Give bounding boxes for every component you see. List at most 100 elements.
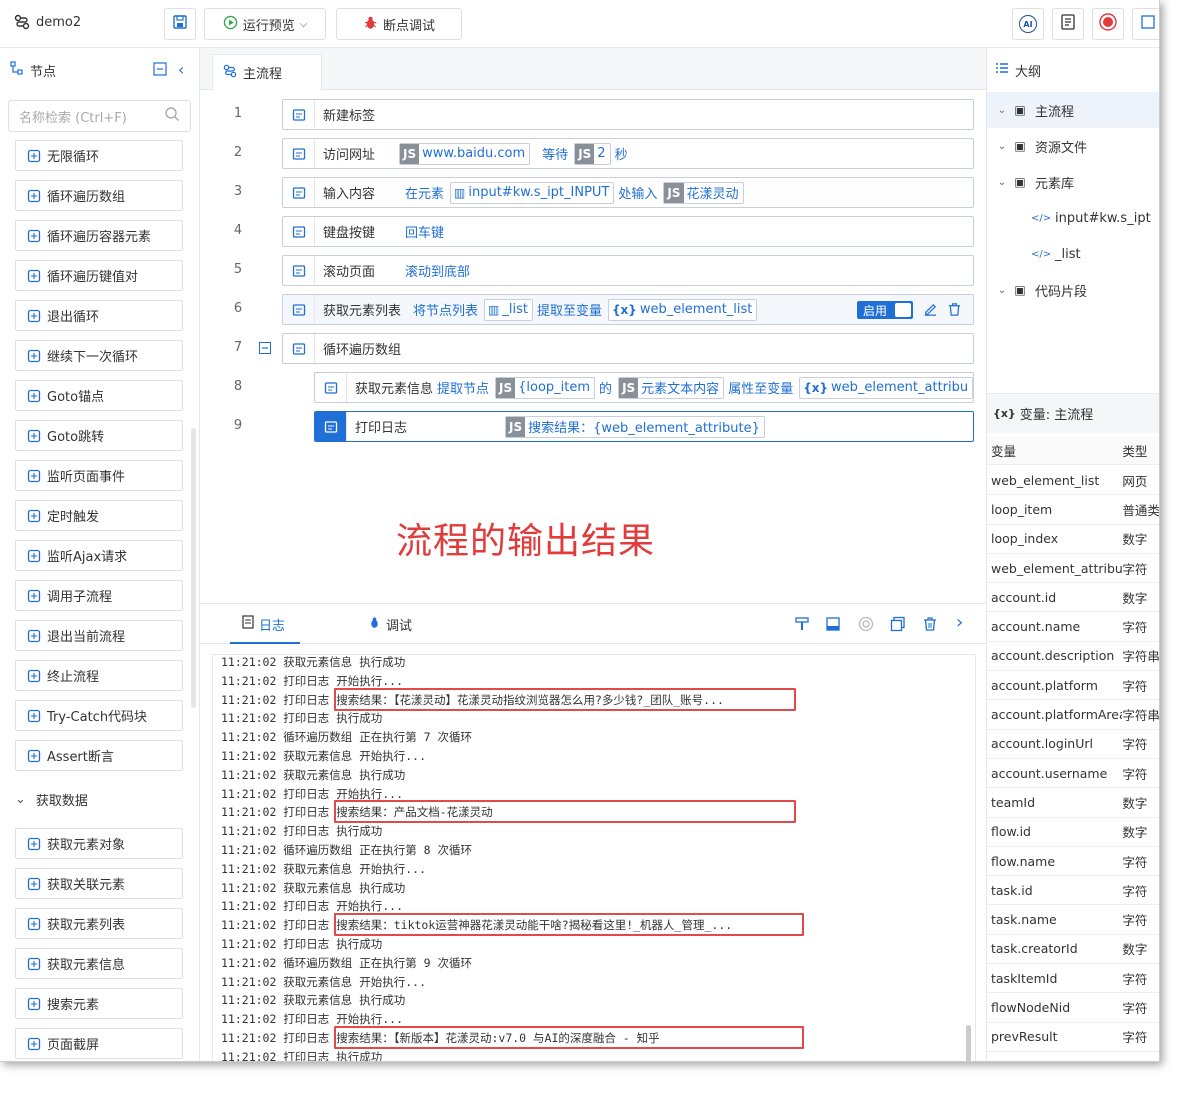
tab-debug[interactable]: 调试 — [368, 604, 412, 644]
edit-icon[interactable] — [923, 302, 938, 321]
variable-row[interactable]: task.name 字符 — [987, 906, 1159, 935]
panel-toggle-button[interactable] — [1132, 8, 1159, 40]
step-row[interactable]: 访问网址 JS www.baidu.com 等待 JS 2 秒 — [282, 138, 974, 169]
node-item[interactable]: 获取元素列表 — [15, 908, 183, 939]
enable-toggle[interactable]: 启用 — [857, 301, 913, 319]
chevron-down-icon: ⌄ — [997, 176, 1007, 188]
trash-icon[interactable] — [922, 616, 938, 636]
variable-row[interactable]: flow.id 数字 — [987, 818, 1159, 847]
tab-log[interactable]: 日志 — [242, 604, 285, 644]
node-item[interactable]: 调用子流程 — [15, 580, 183, 611]
step-row[interactable]: 循环遍历数组 — [282, 333, 974, 364]
layout-icon[interactable] — [825, 616, 841, 636]
node-item-label: 调用子流程 — [47, 590, 113, 605]
variable-row[interactable]: web_element_list 网页 — [987, 466, 1159, 496]
node-item-label: 循环遍历数组 — [47, 190, 126, 205]
variable-row[interactable]: account.platformArea 字符串 — [987, 700, 1159, 730]
variable-row[interactable]: account.id 数字 — [987, 583, 1159, 613]
log-output[interactable]: 11:21:02 获取元素信息 执行成功 11:21:02 打印日志 开始执行..… — [212, 654, 976, 1061]
log-scrollbar[interactable] — [966, 1025, 971, 1061]
location-pin-icon — [26, 388, 41, 403]
variable-row[interactable]: loop_item 普通类 — [987, 495, 1159, 525]
variable-row[interactable]: account.description 字符串 — [987, 642, 1159, 672]
trash-icon[interactable] — [947, 302, 962, 321]
ai-button[interactable]: AI — [1012, 8, 1044, 40]
node-item[interactable]: 获取元素信息 — [15, 948, 183, 979]
node-item[interactable]: 循环遍历容器元素 — [15, 220, 183, 251]
variable-row[interactable]: account.loginUrl 字符 — [987, 730, 1159, 759]
node-item[interactable]: 获取关联元素 — [15, 868, 183, 899]
node-item[interactable]: 循环遍历键值对 — [15, 260, 183, 291]
node-panel-scrollbar[interactable] — [191, 428, 196, 708]
variable-chip[interactable]: {x} web_element_attribu — [799, 376, 973, 399]
step-row[interactable]: 键盘按键 回车键 — [282, 216, 974, 247]
node-item[interactable]: 循环遍历数组 — [15, 180, 183, 211]
step-row[interactable]: 新建标签 — [282, 99, 974, 130]
variable-row[interactable]: task.creatorId 数字 — [987, 935, 1159, 965]
outline-tree-item[interactable]: ⌄ ▣ 资源文件 — [987, 128, 1159, 164]
variable-row[interactable]: taskItemId 字符 — [987, 964, 1159, 994]
step-row[interactable]: 输入内容 在元素 ▥ input#kw.s_ipt_INPUT 处输入 JS 花漾灵动 — [282, 177, 974, 208]
step-row[interactable]: 打印日志 JS 搜索结果：{web_element_attribute} — [314, 411, 974, 442]
step-row[interactable]: 滚动页面 滚动到底部 — [282, 255, 974, 286]
chevron-down-icon: ⌵ — [299, 18, 308, 30]
chevron-right-icon[interactable]: › — [956, 612, 963, 633]
outline-tree-item[interactable]: </> _list — [987, 236, 1159, 272]
js-value-chip[interactable]: JS 搜索结果：{web_element_attribute} — [505, 415, 765, 438]
variable-chip[interactable]: {x} web_element_list — [607, 298, 758, 321]
chevron-left-icon[interactable]: ‹ — [178, 60, 184, 79]
group-title-get-data[interactable]: ⌄ 获取数据 — [15, 790, 88, 809]
outline-tree-item[interactable]: ⌄ ▣ 代码片段 — [987, 272, 1159, 308]
variable-row[interactable]: account.name 字符 — [987, 613, 1159, 642]
js-value-chip[interactable]: JS {loop_item — [495, 376, 596, 399]
variable-type: 字符 — [1122, 561, 1148, 577]
node-search-input[interactable]: 名称检索 (Ctrl+F) — [8, 100, 191, 132]
outline-tree-item[interactable]: ⌄ ▣ 主流程 — [987, 92, 1159, 128]
node-item[interactable]: 监听页面事件 — [15, 460, 183, 491]
collapse-toggle-icon[interactable] — [259, 342, 271, 358]
variable-row[interactable]: flow.name 字符 — [987, 847, 1159, 877]
brush-icon[interactable] — [794, 616, 810, 636]
node-item[interactable]: 继续下一次循环 — [15, 340, 183, 371]
node-item[interactable]: 退出循环 — [15, 300, 183, 331]
tab-main-flow[interactable]: 主流程 — [212, 54, 322, 90]
variable-row[interactable]: teamId 数字 — [987, 788, 1159, 818]
node-item[interactable]: 搜索元素 — [15, 988, 183, 1019]
node-item[interactable]: Try-Catch代码块 — [15, 700, 183, 731]
js-value-chip[interactable]: JS www.baidu.com — [399, 142, 531, 165]
run-preview-button[interactable]: 运行预览 ⌵ — [204, 8, 326, 40]
element-chip[interactable]: ▥ input#kw.s_ipt_INPUT — [450, 181, 615, 204]
save-button[interactable] — [164, 8, 196, 40]
node-item[interactable]: Assert断言 — [15, 740, 183, 771]
variable-row[interactable]: loop_index 数字 — [987, 525, 1159, 554]
node-item[interactable]: 页面截屏 — [15, 1028, 183, 1059]
node-item[interactable]: 监听Ajax请求 — [15, 540, 183, 571]
step-row[interactable]: 获取元素列表 将节点列表 ▥ _list 提取至变量 {x} web_element_lis… — [282, 294, 974, 325]
node-item[interactable]: 无限循环 — [15, 140, 183, 171]
node-item[interactable]: 终止流程 — [15, 660, 183, 691]
outline-tree-item[interactable]: ⌄ ▣ 元素库 — [987, 164, 1159, 200]
js-value-chip[interactable]: JS 元素文本内容 — [618, 376, 725, 399]
variable-row[interactable]: prevResult 字符 — [987, 1023, 1159, 1052]
record-button[interactable] — [1092, 8, 1124, 40]
js-value-chip[interactable]: JS 花漾灵动 — [663, 181, 744, 204]
variable-row[interactable]: account.username 字符 — [987, 759, 1159, 789]
node-item[interactable]: Goto跳转 — [15, 420, 183, 451]
collapse-all-icon[interactable] — [153, 62, 167, 80]
debug-button[interactable]: 断点调试 — [336, 8, 462, 40]
node-item[interactable]: Goto锚点 — [15, 380, 183, 411]
js-value-chip[interactable]: JS 2 — [574, 142, 611, 165]
variable-row[interactable]: task.id 字符 — [987, 876, 1159, 906]
target-icon[interactable] — [858, 616, 874, 636]
copy-icon[interactable] — [890, 616, 906, 636]
variable-row[interactable]: account.platform 字符 — [987, 671, 1159, 701]
variable-row[interactable]: web_element_attribute 字符 — [987, 554, 1159, 584]
node-item[interactable]: 退出当前流程 — [15, 620, 183, 651]
outline-tree-item[interactable]: </> input#kw.s_ipt — [987, 200, 1159, 236]
element-chip[interactable]: ▥ _list — [484, 298, 533, 321]
node-item[interactable]: 获取元素对象 — [15, 828, 183, 859]
step-row[interactable]: 获取元素信息 提取节点 JS {loop_item 的 JS 元素文本内容 属性至变量 {x} w… — [314, 372, 974, 403]
node-item[interactable]: 定时触发 — [15, 500, 183, 531]
document-button[interactable] — [1052, 8, 1084, 40]
variable-row[interactable]: flowNodeNid 字符 — [987, 993, 1159, 1023]
